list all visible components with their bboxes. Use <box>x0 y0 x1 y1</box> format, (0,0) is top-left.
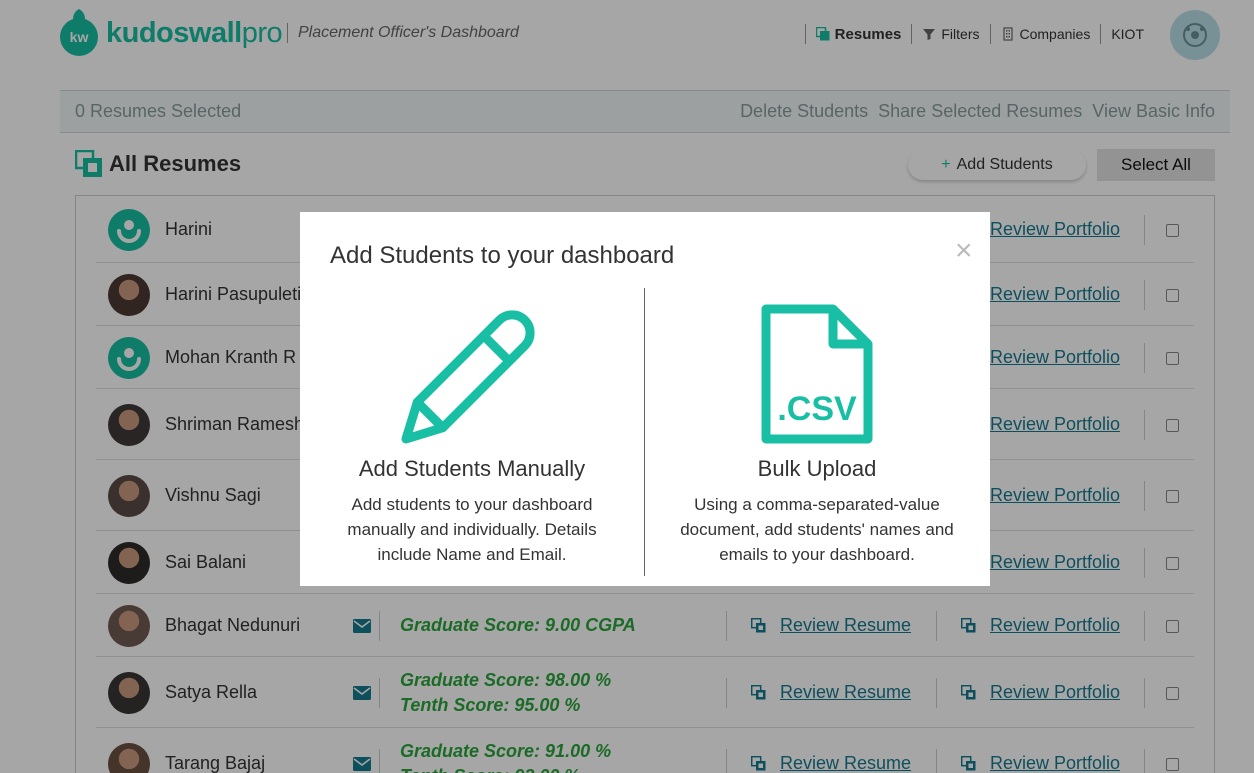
add-manually-label: Add Students Manually <box>358 456 586 481</box>
close-icon[interactable]: × <box>955 236 973 266</box>
pencil-icon <box>401 310 535 444</box>
bulk-upload-option[interactable]: .CSV Bulk Upload Using a comma-separated… <box>657 294 977 567</box>
csv-file-icon: .CSV <box>761 304 873 444</box>
svg-text:.CSV: .CSV <box>777 390 857 428</box>
bulk-upload-description: Using a comma-separated-value document, … <box>680 495 954 564</box>
add-manually-option[interactable]: Add Students Manually Add students to yo… <box>312 294 632 567</box>
bulk-upload-label: Bulk Upload <box>757 456 877 481</box>
add-students-modal: Add Students to your dashboard × Add Stu… <box>300 212 990 586</box>
modal-divider <box>644 288 645 576</box>
add-manually-description: Add students to your dashboard manually … <box>347 495 597 564</box>
modal-title: Add Students to your dashboard <box>330 242 675 269</box>
